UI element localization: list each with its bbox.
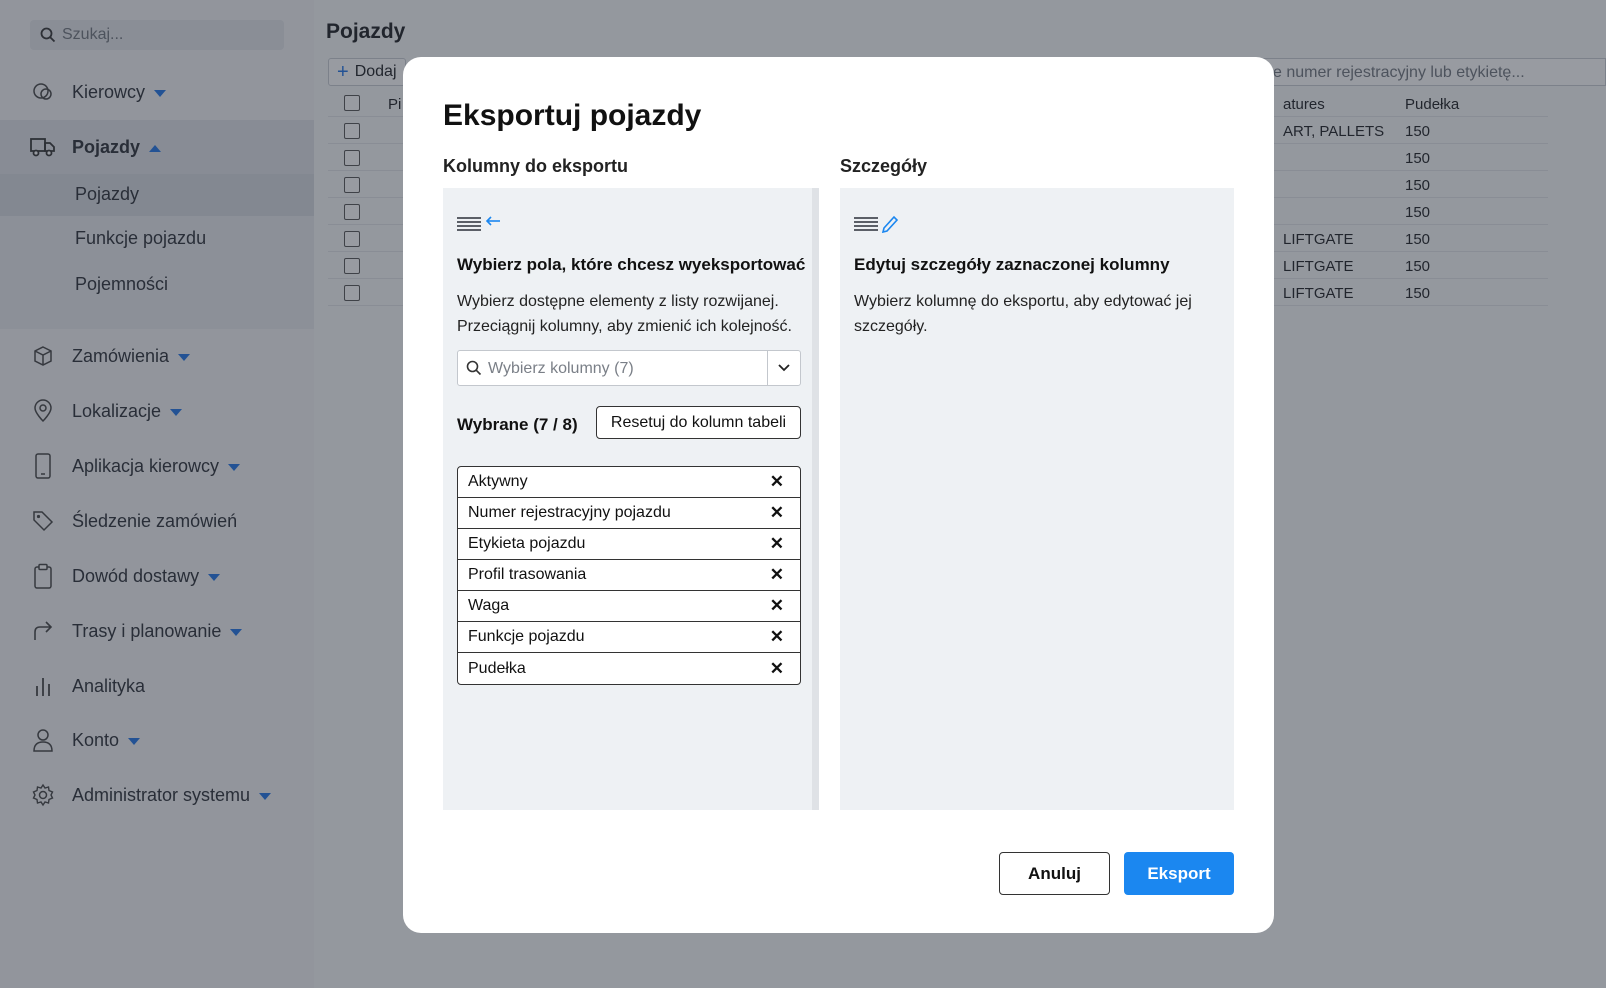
chip-label: Funkcje pojazdu [468,628,585,645]
list-item[interactable]: Waga ✕ [458,591,800,622]
list-item[interactable]: Pudełka ✕ [458,653,800,684]
reset-columns-button[interactable]: Resetuj do kolumn tabeli [596,406,801,439]
panel-description: Wybierz kolumnę do eksportu, aby edytowa… [854,293,1192,335]
dropdown-separator [767,351,768,385]
panel-scrollbar[interactable] [812,188,819,810]
list-item[interactable]: Funkcje pojazdu ✕ [458,622,800,653]
close-icon[interactable]: ✕ [770,565,784,585]
selected-count-label: Wybrane (7 / 8) [457,415,578,434]
chip-label: Pudełka [468,659,526,677]
chip-label: Profil trasowania [468,566,587,583]
export-dialog: Eksportuj pojazdy Kolumny do eksportu Sz… [403,57,1274,933]
chip-label: Waga [468,597,510,614]
export-columns-panel: Wybierz pola, które chcesz wyeksportować… [443,188,812,810]
close-icon[interactable]: ✕ [770,627,784,647]
chip-label: Etykieta pojazdu [468,535,586,552]
export-columns-heading: Kolumny do eksportu [443,156,629,176]
selected-columns-list: Aktywny ✕ Numer rejestracyjny pojazdu ✕ Et… [457,466,801,685]
panel-description: Wybierz dostępne elementy z listy rozwij… [457,293,792,335]
column-select-placeholder: Wybierz kolumny (7) [488,360,634,377]
column-select-dropdown[interactable]: Wybierz kolumny (7) [457,350,801,386]
chip-label: Numer rejestracyjny pojazdu [468,504,671,521]
cancel-button[interactable]: Anuluj [999,852,1110,895]
details-heading: Szczegóły [840,156,928,176]
dialog-title: Eksportuj pojazdy [443,99,702,132]
list-item[interactable]: Aktywny ✕ [458,467,800,498]
close-icon[interactable]: ✕ [770,596,784,616]
list-item[interactable]: Numer rejestracyjny pojazdu ✕ [458,498,800,529]
close-icon[interactable]: ✕ [770,503,784,523]
close-icon[interactable]: ✕ [770,472,784,492]
chip-label: Aktywny [468,473,528,490]
search-icon [466,360,482,376]
close-icon[interactable]: ✕ [770,534,784,554]
list-item[interactable]: Profil trasowania ✕ [458,560,800,591]
panel-title: Edytuj szczegóły zaznaczonej kolumny [854,255,1170,274]
chevron-down-icon[interactable] [777,361,791,375]
list-item[interactable]: Etykieta pojazdu ✕ [458,529,800,560]
close-icon[interactable]: ✕ [770,659,784,679]
export-button[interactable]: Eksport [1124,852,1234,895]
edit-column-icon [854,215,899,233]
panel-title: Wybierz pola, które chcesz wyeksportować [457,255,806,274]
columns-select-icon [457,216,500,231]
details-panel: Edytuj szczegóły zaznaczonej kolumny Wyb… [840,188,1234,810]
